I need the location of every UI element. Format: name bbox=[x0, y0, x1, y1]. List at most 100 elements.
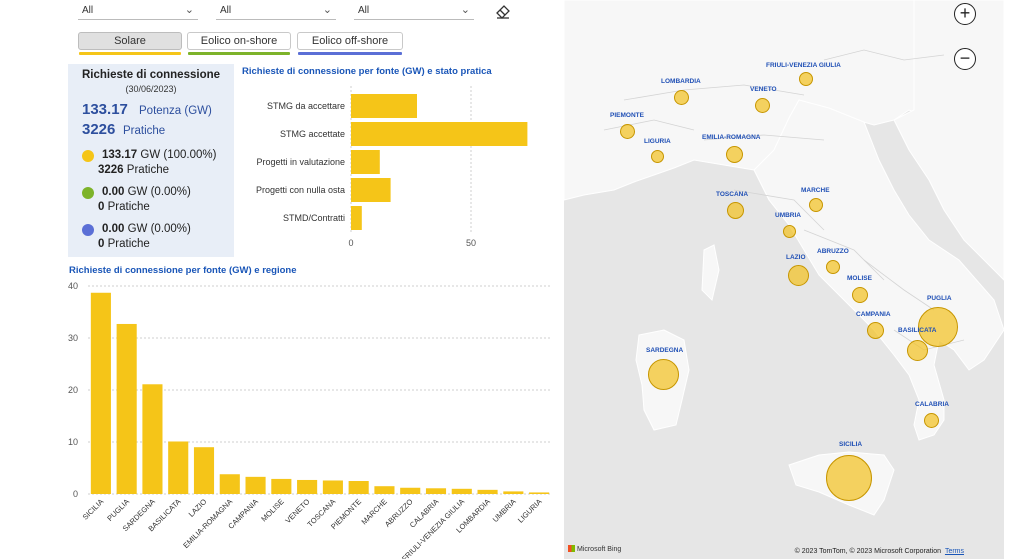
map-bubble-emilia-romagna[interactable] bbox=[725, 145, 743, 163]
region-chart-tick-label: 10 bbox=[68, 437, 78, 447]
clear-filters-eraser-icon[interactable] bbox=[494, 2, 512, 20]
italy-map[interactable]: + − FRIULI-VENEZIA GIULIA LOMBARDIA VENETO… bbox=[564, 0, 1004, 559]
map-bubble-lombardia[interactable] bbox=[673, 89, 689, 105]
eolico-offshore-count-line: 0 Pratiche bbox=[98, 238, 150, 250]
map-label-toscana: TOSCANA bbox=[716, 191, 749, 198]
zoom-in-label: + bbox=[959, 3, 971, 23]
region-bar-campania bbox=[245, 476, 266, 494]
solare-gw-label: GW (100.00%) bbox=[140, 149, 217, 161]
status-category-label-progetti-in-valutazione: Progetti in valutazione bbox=[256, 157, 345, 167]
filter-dropdown-3[interactable]: All ⌄ bbox=[354, 2, 474, 20]
map-label-basilicata: BASILICATA bbox=[898, 327, 937, 334]
filter-dropdown-2-value: All bbox=[220, 5, 232, 16]
region-bar-lazio bbox=[193, 447, 215, 494]
map-bubble-umbria[interactable] bbox=[782, 224, 796, 238]
status-chart-tick-label: 0 bbox=[348, 238, 353, 248]
solare-count-label: Pratiche bbox=[126, 164, 169, 176]
map-label-veneto: VENETO bbox=[750, 86, 777, 93]
map-label-sicilia: SICILIA bbox=[839, 441, 863, 448]
toggle-solare-underline bbox=[79, 52, 181, 55]
map-bubble-sicilia[interactable] bbox=[826, 455, 872, 501]
zoom-out-label: − bbox=[959, 48, 971, 68]
filter-dropdown-2[interactable]: All ⌄ bbox=[216, 2, 336, 20]
map-bubble-veneto[interactable] bbox=[754, 97, 770, 113]
status-bar-chart: 0 50 STMG da accettare STMG accettate Proget… bbox=[256, 86, 528, 248]
region-category-label-umbria: UMBRIA bbox=[491, 497, 518, 524]
summary-title: Richieste di connessione bbox=[81, 69, 221, 81]
toggle-eolico-onshore-button[interactable]: Eolico on-shore bbox=[187, 32, 291, 55]
region-chart-tick-label: 40 bbox=[68, 281, 78, 291]
attribution-text: © 2023 TomTom, © 2023 Microsoft Corporat… bbox=[794, 548, 942, 555]
map-attribution: © 2023 TomTom, © 2023 Microsoft Corporat… bbox=[795, 548, 964, 555]
map-bubble-friuli-venezia-giulia[interactable] bbox=[799, 72, 813, 86]
eolico-offshore-gw-line: 0.00 GW (0.00%) bbox=[102, 223, 191, 235]
map-label-abruzzo: ABRUZZO bbox=[817, 248, 849, 255]
solare-gw-line: 133.17 GW (100.00%) bbox=[102, 149, 216, 161]
terms-link[interactable]: Terms bbox=[945, 548, 964, 555]
toggle-eolico-offshore-underline bbox=[298, 52, 402, 55]
toggle-eolico-offshore-button[interactable]: Eolico off-shore bbox=[297, 32, 403, 55]
solare-count-line: 3226 Pratiche bbox=[98, 164, 169, 176]
region-bar-toscana bbox=[322, 480, 343, 494]
region-bar-molise bbox=[271, 478, 292, 494]
map-bubble-abruzzo[interactable] bbox=[826, 260, 840, 274]
eolico-onshore-dot-icon bbox=[82, 187, 94, 199]
eolico-onshore-count-label: Pratiche bbox=[107, 201, 150, 213]
status-category-label-progetti-con-nulla-osta: Progetti con nulla osta bbox=[256, 185, 345, 195]
dashboard: All ⌄ All ⌄ All ⌄ Solare Eolico on-shore… bbox=[0, 0, 1024, 559]
filter-dropdown-3-value: All bbox=[358, 5, 370, 16]
status-category-label-stmd-contratti: STMD/Contratti bbox=[283, 213, 345, 223]
map-label-marche: MARCHE bbox=[801, 187, 830, 194]
region-chart-tick-label: 30 bbox=[68, 333, 78, 343]
map-bubble-piemonte[interactable] bbox=[619, 123, 635, 139]
eolico-offshore-count-label: Pratiche bbox=[107, 238, 150, 250]
zoom-in-button[interactable]: + bbox=[954, 3, 976, 25]
status-bar-stmd-contratti bbox=[351, 206, 362, 230]
region-bar-puglia bbox=[116, 323, 137, 494]
region-bar-chart: 010203040SICILIA PUGLIASARDEGNABASILICATA… bbox=[68, 281, 552, 559]
region-category-label-molise: MOLISE bbox=[259, 497, 285, 523]
microsoft-bing-logo: Microsoft Bing bbox=[568, 545, 621, 553]
eolico-onshore-gw-label: GW (0.00%) bbox=[127, 186, 191, 198]
map-bubble-calabria[interactable] bbox=[923, 412, 939, 428]
map-label-sardegna: SARDEGNA bbox=[646, 347, 684, 354]
solare-count-value: 3226 bbox=[98, 164, 124, 176]
map-bubble-campania[interactable] bbox=[866, 321, 884, 339]
chevron-down-icon: ⌄ bbox=[184, 4, 194, 16]
filter-dropdown-1-value: All bbox=[82, 5, 94, 16]
chevron-down-icon: ⌄ bbox=[460, 4, 470, 16]
toggle-solare-label: Solare bbox=[114, 35, 146, 47]
status-bar-stmg-accettate bbox=[351, 122, 528, 146]
map-bubble-toscana[interactable] bbox=[726, 201, 744, 219]
zoom-out-button[interactable]: − bbox=[954, 48, 976, 70]
eolico-onshore-gw-line: 0.00 GW (0.00%) bbox=[102, 186, 191, 198]
map-bubble-sardegna[interactable] bbox=[647, 358, 679, 390]
map-base bbox=[564, 0, 1004, 559]
region-category-label-liguria: LIGURIA bbox=[516, 497, 544, 525]
solare-dot-icon bbox=[82, 150, 94, 162]
eolico-offshore-gw-label: GW (0.00%) bbox=[127, 223, 191, 235]
map-bubble-liguria[interactable] bbox=[650, 149, 664, 163]
eolico-offshore-gw-value: 0.00 bbox=[102, 223, 125, 235]
filter-dropdown-1[interactable]: All ⌄ bbox=[78, 2, 198, 20]
region-chart-tick-label: 20 bbox=[68, 385, 78, 395]
region-bar-veneto bbox=[297, 479, 318, 494]
map-bubble-molise[interactable] bbox=[852, 287, 868, 303]
toggle-solare-button[interactable]: Solare bbox=[78, 32, 182, 55]
map-label-liguria: LIGURIA bbox=[644, 138, 671, 145]
map-label-molise: MOLISE bbox=[847, 275, 872, 282]
map-bubble-basilicata[interactable] bbox=[906, 339, 928, 361]
map-bubble-lazio[interactable] bbox=[787, 264, 809, 286]
total-power-label: Potenza (GW) bbox=[139, 105, 212, 117]
chevron-down-icon: ⌄ bbox=[322, 4, 332, 16]
status-bar-progetti-in-valutazione bbox=[351, 150, 380, 174]
total-count-label: Pratiche bbox=[123, 125, 166, 137]
eolico-offshore-count-value: 0 bbox=[98, 238, 105, 250]
region-bar-umbria bbox=[503, 491, 524, 494]
map-bubble-marche[interactable] bbox=[809, 198, 823, 212]
eolico-onshore-count-line: 0 Pratiche bbox=[98, 201, 150, 213]
eolico-offshore-dot-icon bbox=[82, 224, 94, 236]
bing-logo-text: Microsoft Bing bbox=[576, 546, 622, 553]
status-chart-tick-label: 50 bbox=[466, 238, 476, 248]
eolico-onshore-count-value: 0 bbox=[98, 201, 105, 213]
